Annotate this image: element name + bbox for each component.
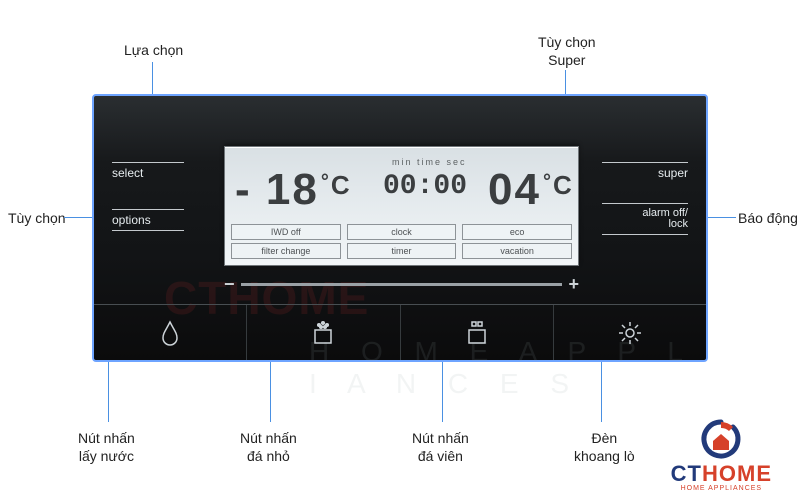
water-dispense-button[interactable] (94, 305, 247, 360)
celsius-symbol: C (553, 170, 574, 200)
lcd-opt-filter: filter change (231, 243, 341, 259)
select-button[interactable]: select (112, 162, 184, 183)
left-button-group: select options (112, 162, 184, 231)
alarm-lock-button[interactable]: alarm off/ lock (602, 203, 688, 235)
callout-water: Nút nhấn lấy nước (78, 430, 135, 465)
freezer-temp-value: - 18 (235, 165, 319, 214)
callout-super: Tùy chọn Super (538, 34, 596, 69)
degree-symbol: ° (321, 171, 331, 193)
cubed-ice-icon (464, 320, 490, 346)
minus-icon: − (224, 274, 235, 295)
leader (108, 362, 109, 422)
callout-light: Đèn khoang lò (574, 430, 635, 465)
lcd-option-row: IWD off filter change clock timer eco va… (231, 224, 572, 259)
callout-select: Lựa chọn (124, 42, 183, 60)
options-button[interactable]: options (112, 209, 184, 231)
light-icon (617, 320, 643, 346)
callout-alarm: Báo động (738, 210, 798, 228)
timer-value: 00:00 (383, 171, 467, 202)
logo-name: CTHOME (671, 461, 772, 487)
callout-cubed: Nút nhấn đá viên (412, 430, 469, 465)
leader (601, 362, 602, 422)
callout-options: Tùy chọn (8, 210, 66, 228)
water-drop-icon (159, 320, 181, 346)
lcd-display: - 18°C min time sec 00:00 04°C IWD off f… (224, 146, 579, 266)
temperature-slider[interactable]: − + (224, 274, 579, 295)
degree-symbol: ° (543, 171, 553, 193)
time-labels: min time sec (392, 157, 467, 167)
dispenser-icon-bar (94, 304, 706, 360)
brand-logo: CTHOME HOME APPLIANCES (671, 417, 772, 492)
freezer-temp: - 18°C (235, 165, 352, 218)
lcd-opt-iwd: IWD off (231, 224, 341, 240)
lcd-opt-timer: timer (347, 243, 457, 259)
lcd-opt-clock: clock (347, 224, 457, 240)
slider-track[interactable] (241, 283, 563, 286)
right-button-group: super alarm off/ lock (602, 162, 688, 235)
lcd-opt-vacation: vacation (462, 243, 572, 259)
logo-mark-icon (699, 417, 743, 461)
cubed-ice-button[interactable] (401, 305, 554, 360)
super-button[interactable]: super (602, 162, 688, 183)
crushed-ice-button[interactable] (247, 305, 400, 360)
fridge-temp: 04°C (488, 165, 574, 218)
plus-icon: + (568, 274, 579, 295)
leader (270, 362, 271, 422)
appliance-panel: CTHOME H O M E A P P L I A N C E S selec… (92, 94, 708, 362)
crushed-ice-icon (310, 320, 336, 346)
logo-tagline: HOME APPLIANCES (681, 485, 763, 492)
light-button[interactable] (554, 305, 706, 360)
leader (442, 362, 443, 422)
callout-crushed: Nút nhấn đá nhỏ (240, 430, 297, 465)
fridge-temp-value: 04 (488, 165, 541, 214)
celsius-symbol: C (331, 170, 352, 200)
lcd-opt-eco: eco (462, 224, 572, 240)
